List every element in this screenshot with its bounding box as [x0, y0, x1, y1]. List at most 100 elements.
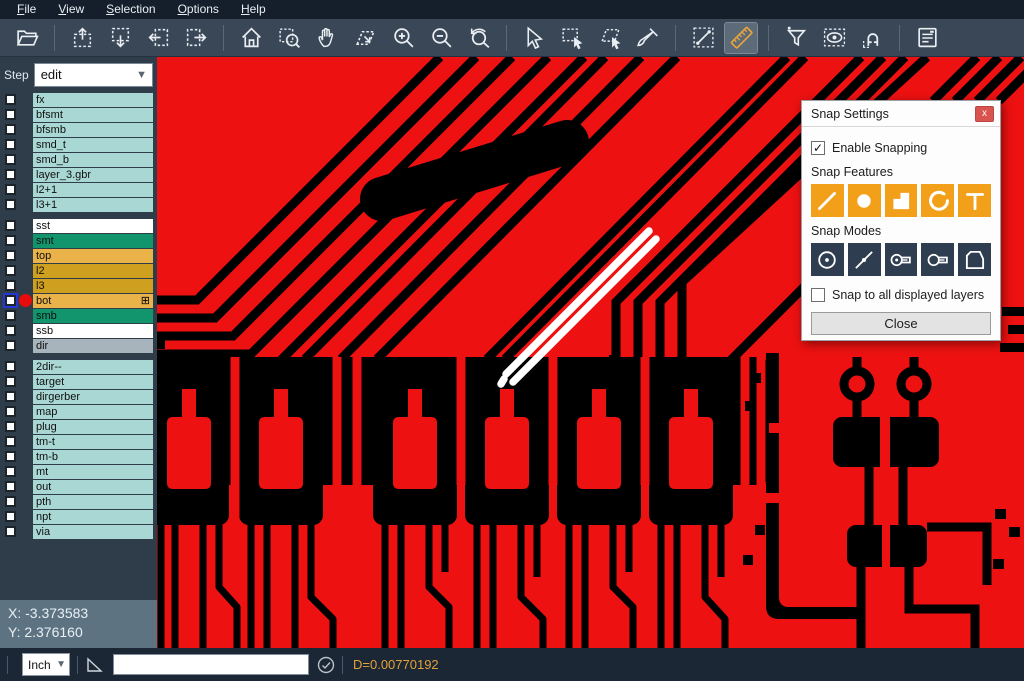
layer-checkbox[interactable]: [5, 184, 16, 195]
layer-label[interactable]: layer_3.gbr: [33, 168, 153, 182]
layer-checkbox[interactable]: [5, 310, 16, 321]
circle-check-icon[interactable]: [317, 656, 335, 674]
layer-label[interactable]: l2: [33, 264, 153, 278]
layer-checkbox[interactable]: [5, 436, 16, 447]
layer-label[interactable]: tm-b: [33, 450, 153, 464]
layer-label[interactable]: smd_b: [33, 153, 153, 167]
report-form-icon[interactable]: [910, 22, 944, 54]
layer-checkbox[interactable]: [5, 124, 16, 135]
layer-checkbox[interactable]: [5, 235, 16, 246]
layer-checkbox[interactable]: [5, 154, 16, 165]
layer-label[interactable]: out: [33, 480, 153, 494]
layer-checkbox[interactable]: [5, 391, 16, 402]
snap-contour-icon[interactable]: [958, 243, 991, 276]
layer-checkbox[interactable]: [5, 511, 16, 522]
layer-label[interactable]: dirgerber: [33, 390, 153, 404]
menu-view[interactable]: View: [47, 0, 95, 19]
snap-arc-icon[interactable]: [921, 184, 954, 217]
layer-checkbox[interactable]: [5, 295, 16, 306]
layer-label[interactable]: mt: [33, 465, 153, 479]
layer-label[interactable]: l2+1: [33, 183, 153, 197]
layer-checkbox[interactable]: [5, 109, 16, 120]
layer-checkbox[interactable]: [5, 199, 16, 210]
layer-checkbox[interactable]: [5, 220, 16, 231]
angle-icon[interactable]: [85, 655, 105, 675]
ruler-icon[interactable]: [724, 22, 758, 54]
zoom-in-icon[interactable]: [386, 22, 420, 54]
layer-checkbox[interactable]: [5, 481, 16, 492]
all-layers-checkbox[interactable]: [811, 288, 825, 302]
close-icon[interactable]: x: [975, 106, 994, 122]
zoom-area-icon[interactable]: [348, 22, 382, 54]
layer-checkbox[interactable]: [5, 361, 16, 372]
layer-checkbox[interactable]: [5, 280, 16, 291]
layer-label[interactable]: npt: [33, 510, 153, 524]
snap-pad-icon[interactable]: [885, 184, 918, 217]
layer-label[interactable]: l3: [33, 279, 153, 293]
select-arrow-icon[interactable]: [517, 22, 551, 54]
zoom-previous-icon[interactable]: [462, 22, 496, 54]
layer-label[interactable]: plug: [33, 420, 153, 434]
menu-file[interactable]: File: [6, 0, 47, 19]
menu-options[interactable]: Options: [167, 0, 230, 19]
zoom-window-icon[interactable]: [272, 22, 306, 54]
snap-text-icon[interactable]: [958, 184, 991, 217]
layer-label[interactable]: pth: [33, 495, 153, 509]
layer-label[interactable]: ssb: [33, 324, 153, 338]
layer-checkbox[interactable]: [5, 265, 16, 276]
menu-help[interactable]: Help: [230, 0, 277, 19]
layer-label[interactable]: bot⊞: [33, 294, 153, 308]
step-select[interactable]: edit ▼: [34, 63, 153, 87]
layer-checkbox[interactable]: [5, 325, 16, 336]
measure-distance-icon[interactable]: [686, 22, 720, 54]
layer-label[interactable]: bfsmb: [33, 123, 153, 137]
unit-select[interactable]: Inch ▼: [22, 653, 70, 676]
menu-selection[interactable]: Selection: [95, 0, 166, 19]
layer-checkbox[interactable]: [5, 169, 16, 180]
layer-checkbox[interactable]: [5, 250, 16, 261]
layer-label[interactable]: fx: [33, 93, 153, 107]
command-input[interactable]: [113, 654, 309, 675]
layer-label[interactable]: bfsmt: [33, 108, 153, 122]
layer-checkbox[interactable]: [5, 451, 16, 462]
layer-checkbox[interactable]: [5, 466, 16, 477]
layer-label[interactable]: smt: [33, 234, 153, 248]
pan-right-icon[interactable]: [179, 22, 213, 54]
clear-brush-icon[interactable]: [631, 22, 665, 54]
zoom-out-icon[interactable]: [424, 22, 458, 54]
layer-label[interactable]: tm-t: [33, 435, 153, 449]
layer-checkbox[interactable]: [5, 421, 16, 432]
layer-checkbox[interactable]: [5, 406, 16, 417]
snap-line-icon[interactable]: [811, 184, 844, 217]
snap-midpoint-icon[interactable]: [848, 243, 881, 276]
layer-label[interactable]: target: [33, 375, 153, 389]
layer-checkbox[interactable]: [5, 139, 16, 150]
open-folder-icon[interactable]: [10, 22, 44, 54]
layer-checkbox[interactable]: [5, 376, 16, 387]
view-options-icon[interactable]: [817, 22, 851, 54]
snap-slot-center-icon[interactable]: [885, 243, 918, 276]
select-polygon-icon[interactable]: [593, 22, 627, 54]
layer-checkbox[interactable]: [5, 94, 16, 105]
dialog-titlebar[interactable]: Snap Settings x: [802, 101, 1000, 127]
layer-label[interactable]: smb: [33, 309, 153, 323]
snap-circle-icon[interactable]: [848, 184, 881, 217]
close-button[interactable]: Close: [811, 312, 991, 335]
layer-label[interactable]: 2dir--: [33, 360, 153, 374]
layer-label[interactable]: via: [33, 525, 153, 539]
layer-checkbox[interactable]: [5, 340, 16, 351]
snap-slot-outline-icon[interactable]: [921, 243, 954, 276]
layer-checkbox[interactable]: [5, 496, 16, 507]
layer-checkbox[interactable]: [5, 526, 16, 537]
pan-left-icon[interactable]: [141, 22, 175, 54]
layer-label[interactable]: smd_t: [33, 138, 153, 152]
pan-down-icon[interactable]: [103, 22, 137, 54]
layer-label[interactable]: dir: [33, 339, 153, 353]
layer-label[interactable]: top: [33, 249, 153, 263]
layer-label[interactable]: map: [33, 405, 153, 419]
home-icon[interactable]: [234, 22, 268, 54]
enable-snapping-checkbox[interactable]: ✓: [811, 141, 825, 155]
layer-label[interactable]: sst: [33, 219, 153, 233]
filter-icon[interactable]: [779, 22, 813, 54]
layer-label[interactable]: l3+1: [33, 198, 153, 212]
